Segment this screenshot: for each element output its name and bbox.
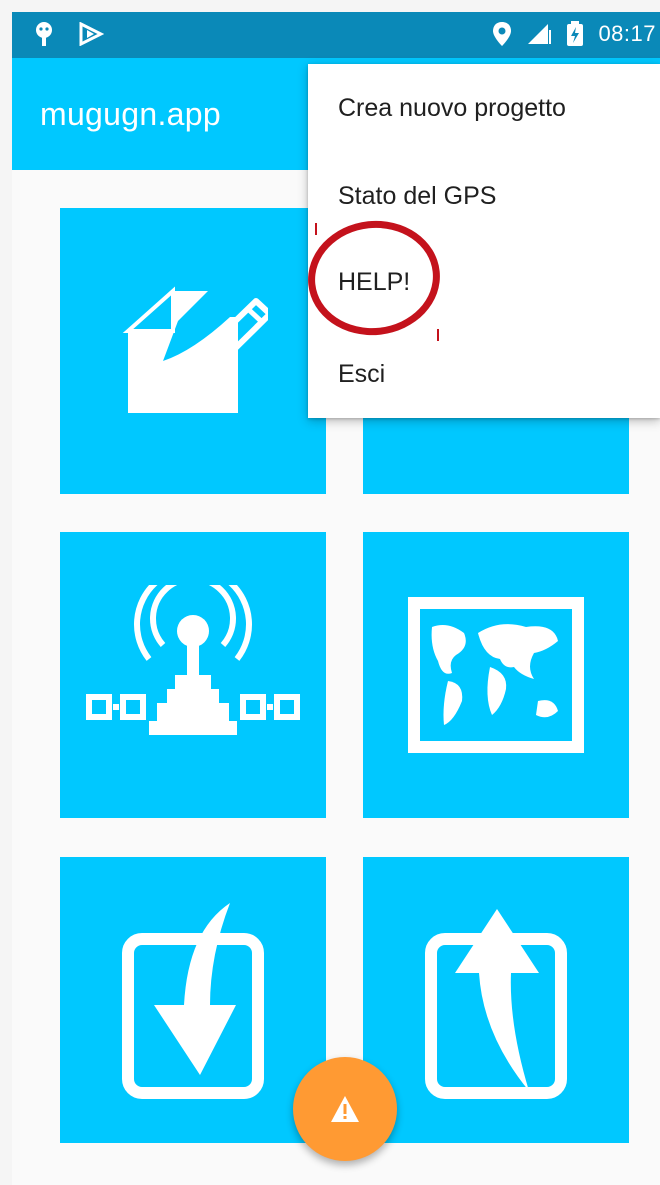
status-time: 08:17 bbox=[598, 21, 656, 46]
menu-item-gps-status[interactable]: Stato del GPS bbox=[338, 182, 496, 211]
status-bar: 08:17 bbox=[12, 12, 660, 58]
menu-item-new-project[interactable]: Crea nuovo progetto bbox=[338, 94, 566, 123]
screen: 08:17 mugugn.app Crea nuovo progetto Sta… bbox=[12, 12, 660, 1185]
new-document-pencil-icon bbox=[122, 286, 268, 413]
import-arrow-icon bbox=[122, 903, 264, 1099]
signal-icon bbox=[528, 24, 552, 44]
play-store-icon bbox=[79, 22, 104, 46]
app-title: mugugn.app bbox=[40, 96, 221, 132]
tile-map[interactable] bbox=[363, 532, 629, 818]
annotation-tick bbox=[437, 329, 439, 341]
battery-charging-icon bbox=[567, 21, 584, 46]
tile-gps[interactable] bbox=[60, 532, 326, 818]
tile-export[interactable] bbox=[363, 857, 629, 1143]
location-icon bbox=[493, 22, 512, 46]
warning-icon bbox=[331, 1096, 359, 1122]
tile-new-document[interactable] bbox=[60, 208, 326, 494]
world-map-icon bbox=[408, 597, 584, 753]
menu-item-exit[interactable]: Esci bbox=[338, 360, 385, 389]
annotation-tick bbox=[315, 223, 317, 235]
warning-fab[interactable] bbox=[293, 1057, 397, 1161]
android-debug-icon bbox=[36, 22, 52, 46]
export-arrow-icon bbox=[425, 909, 567, 1099]
tile-import[interactable] bbox=[60, 857, 326, 1143]
gps-antenna-icon bbox=[86, 585, 300, 735]
